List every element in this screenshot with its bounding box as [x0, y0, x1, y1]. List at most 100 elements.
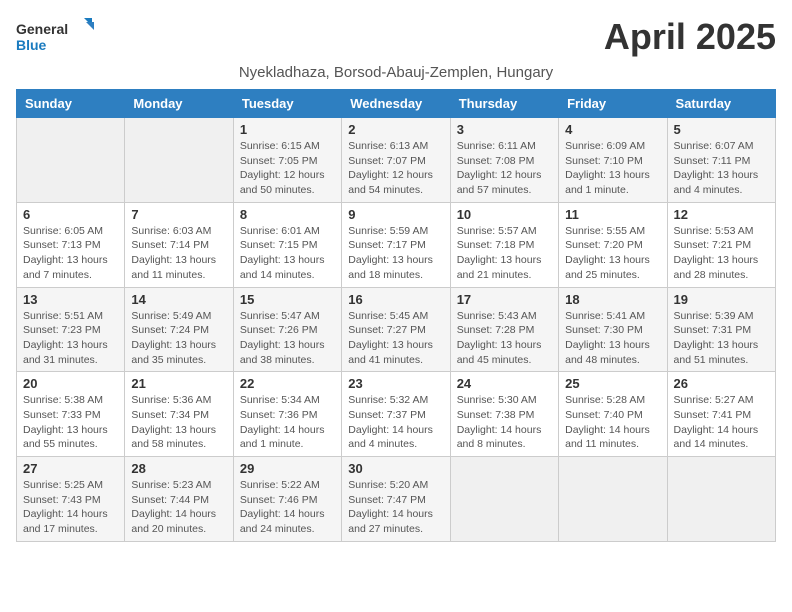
calendar-cell — [559, 457, 667, 542]
day-number: 15 — [240, 292, 335, 307]
day-info: Sunrise: 5:25 AMSunset: 7:43 PMDaylight:… — [23, 478, 118, 537]
day-info: Sunrise: 6:05 AMSunset: 7:13 PMDaylight:… — [23, 224, 118, 283]
calendar-cell: 5 Sunrise: 6:07 AMSunset: 7:11 PMDaylight… — [667, 118, 775, 203]
day-info: Sunrise: 5:22 AMSunset: 7:46 PMDaylight:… — [240, 478, 335, 537]
day-info: Sunrise: 5:20 AMSunset: 7:47 PMDaylight:… — [348, 478, 443, 537]
calendar-cell: 15 Sunrise: 5:47 AMSunset: 7:26 PMDayligh… — [233, 287, 341, 372]
calendar-cell: 30 Sunrise: 5:20 AMSunset: 7:47 PMDayligh… — [342, 457, 450, 542]
day-info: Sunrise: 5:43 AMSunset: 7:28 PMDaylight:… — [457, 309, 552, 368]
day-info: Sunrise: 5:55 AMSunset: 7:20 PMDaylight:… — [565, 224, 660, 283]
calendar-cell: 1 Sunrise: 6:15 AMSunset: 7:05 PMDaylight… — [233, 118, 341, 203]
day-number: 5 — [674, 122, 769, 137]
calendar-cell: 14 Sunrise: 5:49 AMSunset: 7:24 PMDayligh… — [125, 287, 233, 372]
calendar-cell — [17, 118, 125, 203]
day-number: 22 — [240, 376, 335, 391]
month-title: April 2025 — [604, 16, 776, 58]
svg-text:General: General — [16, 21, 68, 37]
day-info: Sunrise: 6:01 AMSunset: 7:15 PMDaylight:… — [240, 224, 335, 283]
calendar-cell: 12 Sunrise: 5:53 AMSunset: 7:21 PMDayligh… — [667, 202, 775, 287]
day-number: 4 — [565, 122, 660, 137]
day-info: Sunrise: 5:47 AMSunset: 7:26 PMDaylight:… — [240, 309, 335, 368]
calendar-cell: 2 Sunrise: 6:13 AMSunset: 7:07 PMDaylight… — [342, 118, 450, 203]
calendar-cell: 9 Sunrise: 5:59 AMSunset: 7:17 PMDaylight… — [342, 202, 450, 287]
day-info: Sunrise: 5:49 AMSunset: 7:24 PMDaylight:… — [131, 309, 226, 368]
col-header-saturday: Saturday — [667, 90, 775, 118]
day-info: Sunrise: 5:53 AMSunset: 7:21 PMDaylight:… — [674, 224, 769, 283]
day-number: 25 — [565, 376, 660, 391]
col-header-tuesday: Tuesday — [233, 90, 341, 118]
calendar-cell: 6 Sunrise: 6:05 AMSunset: 7:13 PMDaylight… — [17, 202, 125, 287]
calendar-cell: 20 Sunrise: 5:38 AMSunset: 7:33 PMDayligh… — [17, 372, 125, 457]
day-info: Sunrise: 5:23 AMSunset: 7:44 PMDaylight:… — [131, 478, 226, 537]
day-info: Sunrise: 5:28 AMSunset: 7:40 PMDaylight:… — [565, 393, 660, 452]
day-number: 20 — [23, 376, 118, 391]
day-number: 9 — [348, 207, 443, 222]
logo: General Blue — [16, 16, 96, 60]
day-number: 1 — [240, 122, 335, 137]
day-info: Sunrise: 5:39 AMSunset: 7:31 PMDaylight:… — [674, 309, 769, 368]
calendar-cell: 19 Sunrise: 5:39 AMSunset: 7:31 PMDayligh… — [667, 287, 775, 372]
col-header-wednesday: Wednesday — [342, 90, 450, 118]
calendar-cell: 21 Sunrise: 5:36 AMSunset: 7:34 PMDayligh… — [125, 372, 233, 457]
day-number: 14 — [131, 292, 226, 307]
col-header-thursday: Thursday — [450, 90, 558, 118]
day-number: 6 — [23, 207, 118, 222]
day-info: Sunrise: 5:27 AMSunset: 7:41 PMDaylight:… — [674, 393, 769, 452]
day-number: 11 — [565, 207, 660, 222]
calendar-cell: 25 Sunrise: 5:28 AMSunset: 7:40 PMDayligh… — [559, 372, 667, 457]
calendar-cell: 18Sunrise: 5:41 AMSunset: 7:30 PMDayligh… — [559, 287, 667, 372]
day-number: 16 — [348, 292, 443, 307]
day-number: 13 — [23, 292, 118, 307]
day-info: Sunrise: 5:45 AMSunset: 7:27 PMDaylight:… — [348, 309, 443, 368]
day-number: 18 — [565, 292, 660, 307]
col-header-friday: Friday — [559, 90, 667, 118]
day-info: Sunrise: 6:15 AMSunset: 7:05 PMDaylight:… — [240, 139, 335, 198]
calendar-subtitle: Nyekladhaza, Borsod-Abauj-Zemplen, Hunga… — [16, 64, 776, 81]
day-info: Sunrise: 5:38 AMSunset: 7:33 PMDaylight:… — [23, 393, 118, 452]
calendar-cell: 7 Sunrise: 6:03 AMSunset: 7:14 PMDaylight… — [125, 202, 233, 287]
day-info: Sunrise: 5:59 AMSunset: 7:17 PMDaylight:… — [348, 224, 443, 283]
calendar-cell: 8 Sunrise: 6:01 AMSunset: 7:15 PMDaylight… — [233, 202, 341, 287]
day-info: Sunrise: 5:34 AMSunset: 7:36 PMDaylight:… — [240, 393, 335, 452]
day-number: 8 — [240, 207, 335, 222]
day-number: 24 — [457, 376, 552, 391]
day-number: 27 — [23, 461, 118, 476]
day-number: 26 — [674, 376, 769, 391]
calendar-table: SundayMondayTuesdayWednesdayThursdayFrid… — [16, 89, 776, 542]
calendar-cell: 23Sunrise: 5:32 AMSunset: 7:37 PMDayligh… — [342, 372, 450, 457]
calendar-cell: 4 Sunrise: 6:09 AMSunset: 7:10 PMDaylight… — [559, 118, 667, 203]
day-number: 12 — [674, 207, 769, 222]
day-info: Sunrise: 5:51 AMSunset: 7:23 PMDaylight:… — [23, 309, 118, 368]
day-info: Sunrise: 5:36 AMSunset: 7:34 PMDaylight:… — [131, 393, 226, 452]
day-number: 10 — [457, 207, 552, 222]
calendar-cell — [667, 457, 775, 542]
day-number: 7 — [131, 207, 226, 222]
day-info: Sunrise: 6:11 AMSunset: 7:08 PMDaylight:… — [457, 139, 552, 198]
calendar-cell: 22 Sunrise: 5:34 AMSunset: 7:36 PMDayligh… — [233, 372, 341, 457]
col-header-sunday: Sunday — [17, 90, 125, 118]
day-info: Sunrise: 5:57 AMSunset: 7:18 PMDaylight:… — [457, 224, 552, 283]
calendar-cell: 17 Sunrise: 5:43 AMSunset: 7:28 PMDayligh… — [450, 287, 558, 372]
calendar-cell: 29 Sunrise: 5:22 AMSunset: 7:46 PMDayligh… — [233, 457, 341, 542]
day-number: 30 — [348, 461, 443, 476]
day-info: Sunrise: 5:32 AMSunset: 7:37 PMDaylight:… — [348, 393, 443, 452]
day-number: 17 — [457, 292, 552, 307]
day-number: 21 — [131, 376, 226, 391]
day-number: 2 — [348, 122, 443, 137]
calendar-cell: 26 Sunrise: 5:27 AMSunset: 7:41 PMDayligh… — [667, 372, 775, 457]
calendar-cell: 10 Sunrise: 5:57 AMSunset: 7:18 PMDayligh… — [450, 202, 558, 287]
calendar-cell: 16 Sunrise: 5:45 AMSunset: 7:27 PMDayligh… — [342, 287, 450, 372]
day-info: Sunrise: 6:09 AMSunset: 7:10 PMDaylight:… — [565, 139, 660, 198]
calendar-cell: 27 Sunrise: 5:25 AMSunset: 7:43 PMDayligh… — [17, 457, 125, 542]
day-info: Sunrise: 5:30 AMSunset: 7:38 PMDaylight:… — [457, 393, 552, 452]
calendar-cell: 3Sunrise: 6:11 AMSunset: 7:08 PMDaylight… — [450, 118, 558, 203]
day-info: Sunrise: 6:13 AMSunset: 7:07 PMDaylight:… — [348, 139, 443, 198]
day-number: 29 — [240, 461, 335, 476]
calendar-cell: 24 Sunrise: 5:30 AMSunset: 7:38 PMDayligh… — [450, 372, 558, 457]
calendar-cell — [125, 118, 233, 203]
day-number: 19 — [674, 292, 769, 307]
day-info: Sunrise: 6:07 AMSunset: 7:11 PMDaylight:… — [674, 139, 769, 198]
col-header-monday: Monday — [125, 90, 233, 118]
day-info: Sunrise: 6:03 AMSunset: 7:14 PMDaylight:… — [131, 224, 226, 283]
calendar-cell: 13 Sunrise: 5:51 AMSunset: 7:23 PMDayligh… — [17, 287, 125, 372]
